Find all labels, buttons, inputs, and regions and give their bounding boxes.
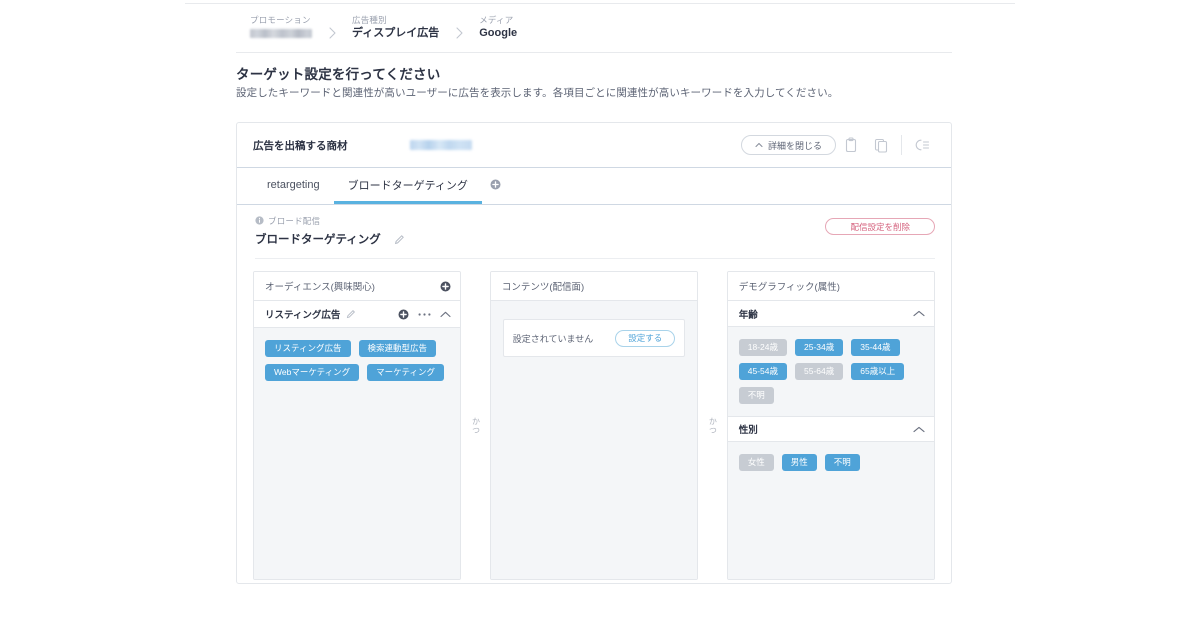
card-header-actions: 詳細を閉じる — [740, 130, 937, 160]
gender-chip[interactable]: 男性 — [781, 454, 817, 471]
tab-bar: retargeting ブロードターゲティング — [237, 168, 951, 205]
chevron-up-icon[interactable] — [913, 426, 925, 433]
gender-chip[interactable]: 女性 — [738, 454, 774, 471]
tab-broad-targeting[interactable]: ブロードターゲティング — [333, 168, 482, 204]
copy-icon[interactable] — [866, 130, 896, 160]
breadcrumb-label: メディア — [479, 15, 514, 25]
page-description: 設定したキーワードと関連性が高いユーザーに広告を表示します。各項目ごとに関連性が… — [236, 87, 839, 99]
info-icon — [255, 215, 264, 227]
pencil-icon[interactable] — [346, 309, 356, 319]
age-chip[interactable]: 65歳以上 — [851, 363, 905, 380]
demographic-section-title: 年齢 — [738, 309, 758, 321]
panel-header-audience: オーディエンス(興味関心) — [254, 272, 461, 301]
audience-chip[interactable]: リスティング広告 — [265, 340, 351, 357]
chevron-up-icon[interactable] — [440, 311, 451, 318]
gender-chip-list: 女性 男性 不明 — [727, 442, 934, 483]
tab-label: ブロードターゲティング — [347, 179, 468, 192]
breadcrumb-label: 広告種別 — [352, 15, 387, 25]
panel-body-demographic: 年齢 18-24歳 25-34歳 35-44歳 45-54歳 55-64歳 65… — [727, 301, 934, 579]
tab-retargeting[interactable]: retargeting — [253, 168, 334, 204]
clipboard-icon[interactable] — [836, 130, 866, 160]
panel-title: デモグラフィック(属性) — [738, 282, 840, 293]
delivery-header: ブロード配信 ブロードターゲティング 配信設定を削除 — [237, 205, 951, 259]
page-root: プロモーション 広告種別 ディスプレイ広告 メディア Google ターゲット設… — [0, 0, 1200, 630]
header-divider — [901, 135, 902, 155]
collapse-details-button[interactable]: 詳細を閉じる — [740, 135, 836, 155]
section-divider — [236, 52, 952, 53]
demographic-section-header-gender[interactable]: 性別 — [727, 416, 934, 442]
age-chip[interactable]: 25-34歳 — [795, 339, 844, 356]
delivery-divider — [255, 258, 935, 259]
panel-demographic: デモグラフィック(属性) 年齢 18-24歳 25-34歳 35-44歳 45-… — [726, 271, 935, 580]
conjunction-label: かつ — [708, 416, 718, 435]
panel-body-content: 設定されていません 設定する — [490, 301, 698, 579]
collapse-details-label: 詳細を閉じる — [767, 140, 822, 151]
tab-label: retargeting — [267, 178, 320, 191]
panel-header-content: コンテンツ(配信面) — [490, 272, 698, 301]
list-settings-icon[interactable] — [907, 130, 937, 160]
breadcrumb-item-promotion[interactable]: プロモーション — [250, 14, 312, 41]
demographic-section-header-age[interactable]: 年齢 — [727, 301, 934, 327]
conjunction-separator: かつ — [698, 271, 727, 580]
breadcrumb-chevron-icon — [439, 27, 479, 41]
panel-body-audience: リスティング広告 リスティング広告 検索連動型広告 Webマーケティング マーケ… — [254, 301, 461, 579]
target-settings-card: 広告を出稿する商材 詳細を閉じる retargeting ブロードターゲティング… — [236, 122, 952, 584]
age-chip[interactable]: 45-54歳 — [738, 363, 787, 380]
delivery-kicker-label: ブロード配信 — [268, 216, 321, 226]
audience-group-title: リスティング広告 — [265, 310, 341, 321]
top-divider — [185, 3, 1015, 4]
delete-delivery-settings-button[interactable]: 配信設定を削除 — [825, 218, 935, 235]
card-header: 広告を出稿する商材 詳細を閉じる — [237, 123, 951, 168]
age-chip[interactable]: 35-44歳 — [851, 339, 900, 356]
plus-circle-icon[interactable] — [398, 309, 409, 320]
breadcrumb-item-ad-type[interactable]: 広告種別 ディスプレイ広告 — [352, 14, 439, 41]
plus-circle-icon — [490, 177, 501, 195]
chevron-up-icon[interactable] — [913, 310, 925, 317]
add-tab-button[interactable] — [482, 168, 509, 204]
panel-title: コンテンツ(配信面) — [501, 282, 585, 293]
pencil-icon[interactable] — [394, 234, 405, 245]
page-title: ターゲット設定を行ってください — [236, 67, 441, 82]
age-chip-list: 18-24歳 25-34歳 35-44歳 45-54歳 55-64歳 65歳以上… — [727, 327, 934, 416]
demographic-section-title: 性別 — [738, 425, 758, 436]
add-audience-button[interactable] — [440, 281, 451, 292]
content-configure-button[interactable]: 設定する — [615, 329, 676, 347]
card-header-value-redacted — [409, 140, 472, 150]
audience-chip[interactable]: 検索連動型広告 — [358, 340, 437, 357]
age-chip[interactable]: 不明 — [738, 387, 774, 404]
breadcrumb: プロモーション 広告種別 ディスプレイ広告 メディア Google — [250, 14, 517, 41]
card-header-title: 広告を出稿する商材 — [253, 139, 348, 152]
ellipsis-icon[interactable] — [418, 312, 431, 317]
gender-chip[interactable]: 不明 — [824, 454, 860, 471]
chevron-up-icon — [755, 142, 763, 148]
age-chip[interactable]: 18-24歳 — [738, 339, 787, 356]
targeting-panels: オーディエンス(興味関心) リスティング広告 リスティング広告 検索連動型広告 … — [237, 259, 951, 580]
breadcrumb-item-media[interactable]: メディア Google — [479, 14, 517, 41]
delivery-name: ブロードターゲティング — [255, 234, 381, 246]
breadcrumb-value: Google — [479, 27, 518, 39]
audience-chip[interactable]: Webマーケティング — [265, 364, 360, 381]
breadcrumb-chevron-icon — [312, 27, 352, 41]
conjunction-separator: かつ — [461, 271, 490, 580]
panel-audience: オーディエンス(興味関心) リスティング広告 リスティング広告 検索連動型広告 … — [253, 271, 462, 580]
breadcrumb-label: プロモーション — [250, 15, 311, 25]
content-empty-text: 設定されていません — [512, 333, 594, 344]
content-empty-state: 設定されていません 設定する — [502, 319, 686, 357]
panel-header-demographic: デモグラフィック(属性) — [727, 272, 934, 301]
conjunction-label: かつ — [471, 416, 481, 435]
breadcrumb-value: ディスプレイ広告 — [352, 27, 440, 39]
audience-group-actions — [398, 309, 451, 320]
audience-chip-list: リスティング広告 検索連動型広告 Webマーケティング マーケティング — [254, 328, 461, 393]
panel-content: コンテンツ(配信面) 設定されていません 設定する — [489, 271, 699, 580]
breadcrumb-value-redacted — [250, 29, 312, 38]
audience-group-header: リスティング広告 — [254, 301, 461, 328]
panel-title: オーディエンス(興味関心) — [265, 282, 375, 293]
age-chip[interactable]: 55-64歳 — [795, 363, 844, 380]
audience-chip[interactable]: マーケティング — [367, 364, 444, 381]
